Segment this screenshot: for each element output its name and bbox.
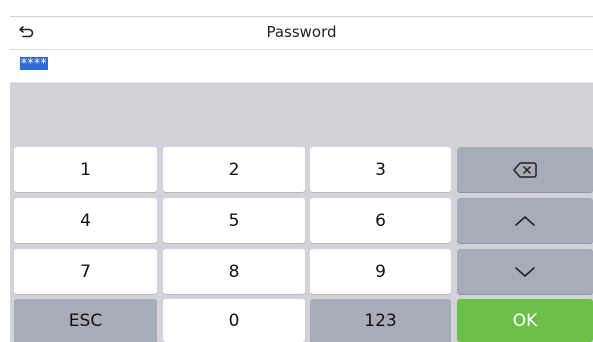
esc-key[interactable]: ESC (14, 299, 157, 342)
key-2[interactable]: 2 (163, 147, 305, 192)
cursor-up-key[interactable] (457, 198, 593, 243)
title-bar: Password (10, 16, 593, 50)
key-3[interactable]: 3 (310, 147, 451, 192)
key-4[interactable]: 4 (14, 198, 157, 243)
page-title: Password (266, 23, 337, 41)
key-7[interactable]: 7 (14, 249, 157, 294)
cursor-down-key[interactable] (457, 249, 593, 294)
ok-button[interactable]: OK (457, 299, 593, 342)
masked-password-text: **** (20, 56, 48, 70)
input-mode-key[interactable]: 123 (310, 299, 451, 342)
chevron-up-icon (515, 215, 535, 226)
key-1[interactable]: 1 (14, 147, 157, 192)
password-screen: Password **** 1 2 3 4 5 6 7 8 9 ESC 0 12… (0, 0, 593, 342)
key-0[interactable]: 0 (163, 299, 305, 342)
keypad: 1 2 3 4 5 6 7 8 9 ESC 0 123 OK (10, 83, 593, 342)
password-input[interactable]: **** (10, 50, 593, 83)
key-5[interactable]: 5 (163, 198, 305, 243)
key-8[interactable]: 8 (163, 249, 305, 294)
key-6[interactable]: 6 (310, 198, 451, 243)
backspace-key[interactable] (457, 147, 593, 192)
backspace-icon (513, 161, 537, 178)
key-9[interactable]: 9 (310, 249, 451, 294)
chevron-down-icon (515, 266, 535, 277)
